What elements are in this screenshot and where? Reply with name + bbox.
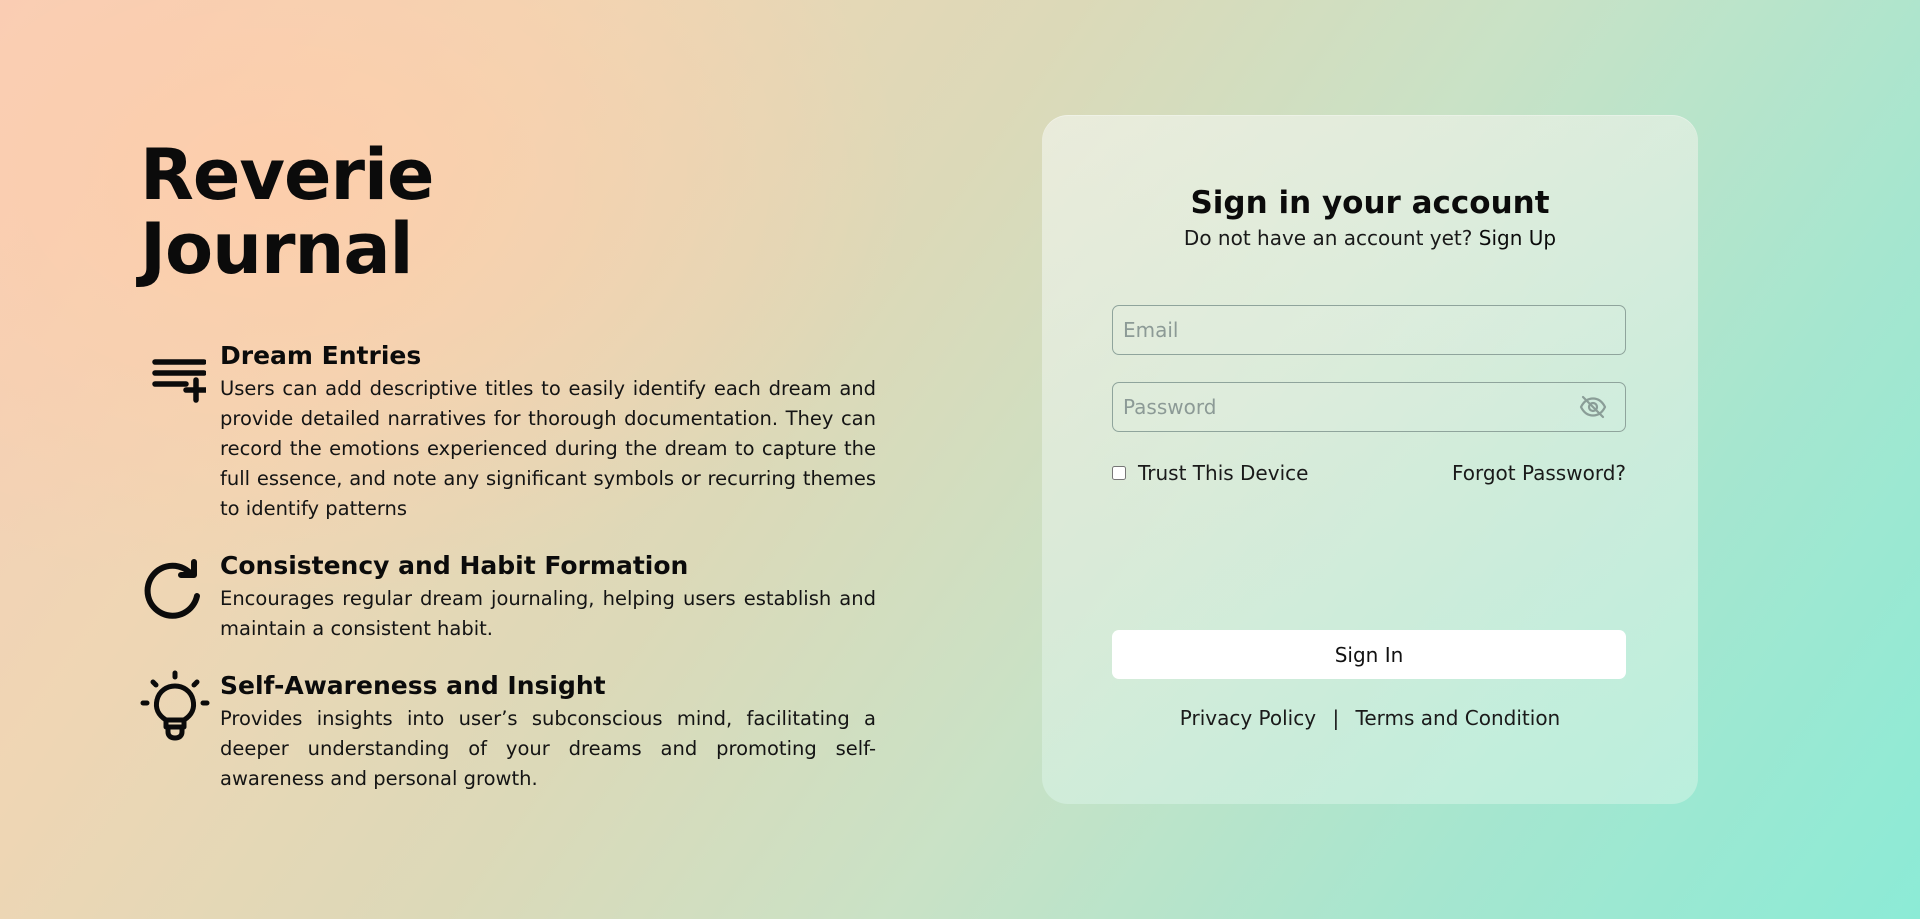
feature-item-consistency: Consistency and Habit Formation Encourag… xyxy=(140,550,876,644)
legal-separator: | xyxy=(1332,706,1340,730)
brand-title: Reverie Journal xyxy=(140,134,434,290)
signin-title: Sign in your account xyxy=(1190,185,1550,221)
email-field[interactable] xyxy=(1113,306,1625,354)
feature-description: Provides insights into user’s subconscio… xyxy=(220,707,876,790)
playlist-add-icon xyxy=(140,340,220,404)
password-field-wrapper xyxy=(1112,382,1626,432)
feature-title: Self-Awareness and Insight xyxy=(220,671,606,700)
brand-title-line2: Journal xyxy=(140,208,414,290)
signup-prompt: Do not have an account yet? Sign Up xyxy=(1042,225,1698,251)
lightbulb-icon xyxy=(140,670,220,742)
feature-item-self-awareness: Self-Awareness and Insight Provides insi… xyxy=(140,670,876,794)
trust-device-checkbox[interactable] xyxy=(1112,466,1126,480)
brand-title-line1: Reverie xyxy=(140,134,434,216)
eye-off-icon[interactable] xyxy=(1579,395,1607,419)
signup-prompt-text: Do not have an account yet? xyxy=(1183,226,1473,250)
trust-device: Trust This Device xyxy=(1112,459,1308,487)
feature-item-dream-entries: Dream Entries Users can add descriptive … xyxy=(140,340,876,524)
login-page: Reverie Journal Dream Entries Users can … xyxy=(0,0,1920,919)
sign-in-button[interactable]: Sign In xyxy=(1112,630,1626,679)
signup-link[interactable]: Sign Up xyxy=(1479,226,1556,250)
password-field[interactable] xyxy=(1113,383,1625,431)
signin-card: Sign in your account Do not have an acco… xyxy=(1042,115,1698,804)
legal-links: Privacy Policy | Terms and Condition xyxy=(1042,705,1698,731)
email-field-wrapper xyxy=(1112,305,1626,355)
feature-title: Consistency and Habit Formation xyxy=(220,551,689,580)
feature-description: Users can add descriptive titles to easi… xyxy=(220,377,876,520)
privacy-policy-link[interactable]: Privacy Policy xyxy=(1180,706,1316,730)
trust-device-label[interactable]: Trust This Device xyxy=(1138,459,1308,487)
terms-link[interactable]: Terms and Condition xyxy=(1356,706,1561,730)
feature-description: Encourages regular dream journaling, hel… xyxy=(220,587,876,640)
forgot-password-link[interactable]: Forgot Password? xyxy=(1452,459,1626,487)
feature-list: Dream Entries Users can add descriptive … xyxy=(140,340,876,820)
feature-title: Dream Entries xyxy=(220,341,422,370)
refresh-icon xyxy=(140,550,220,624)
signin-options: Trust This Device Forgot Password? xyxy=(1112,459,1626,487)
